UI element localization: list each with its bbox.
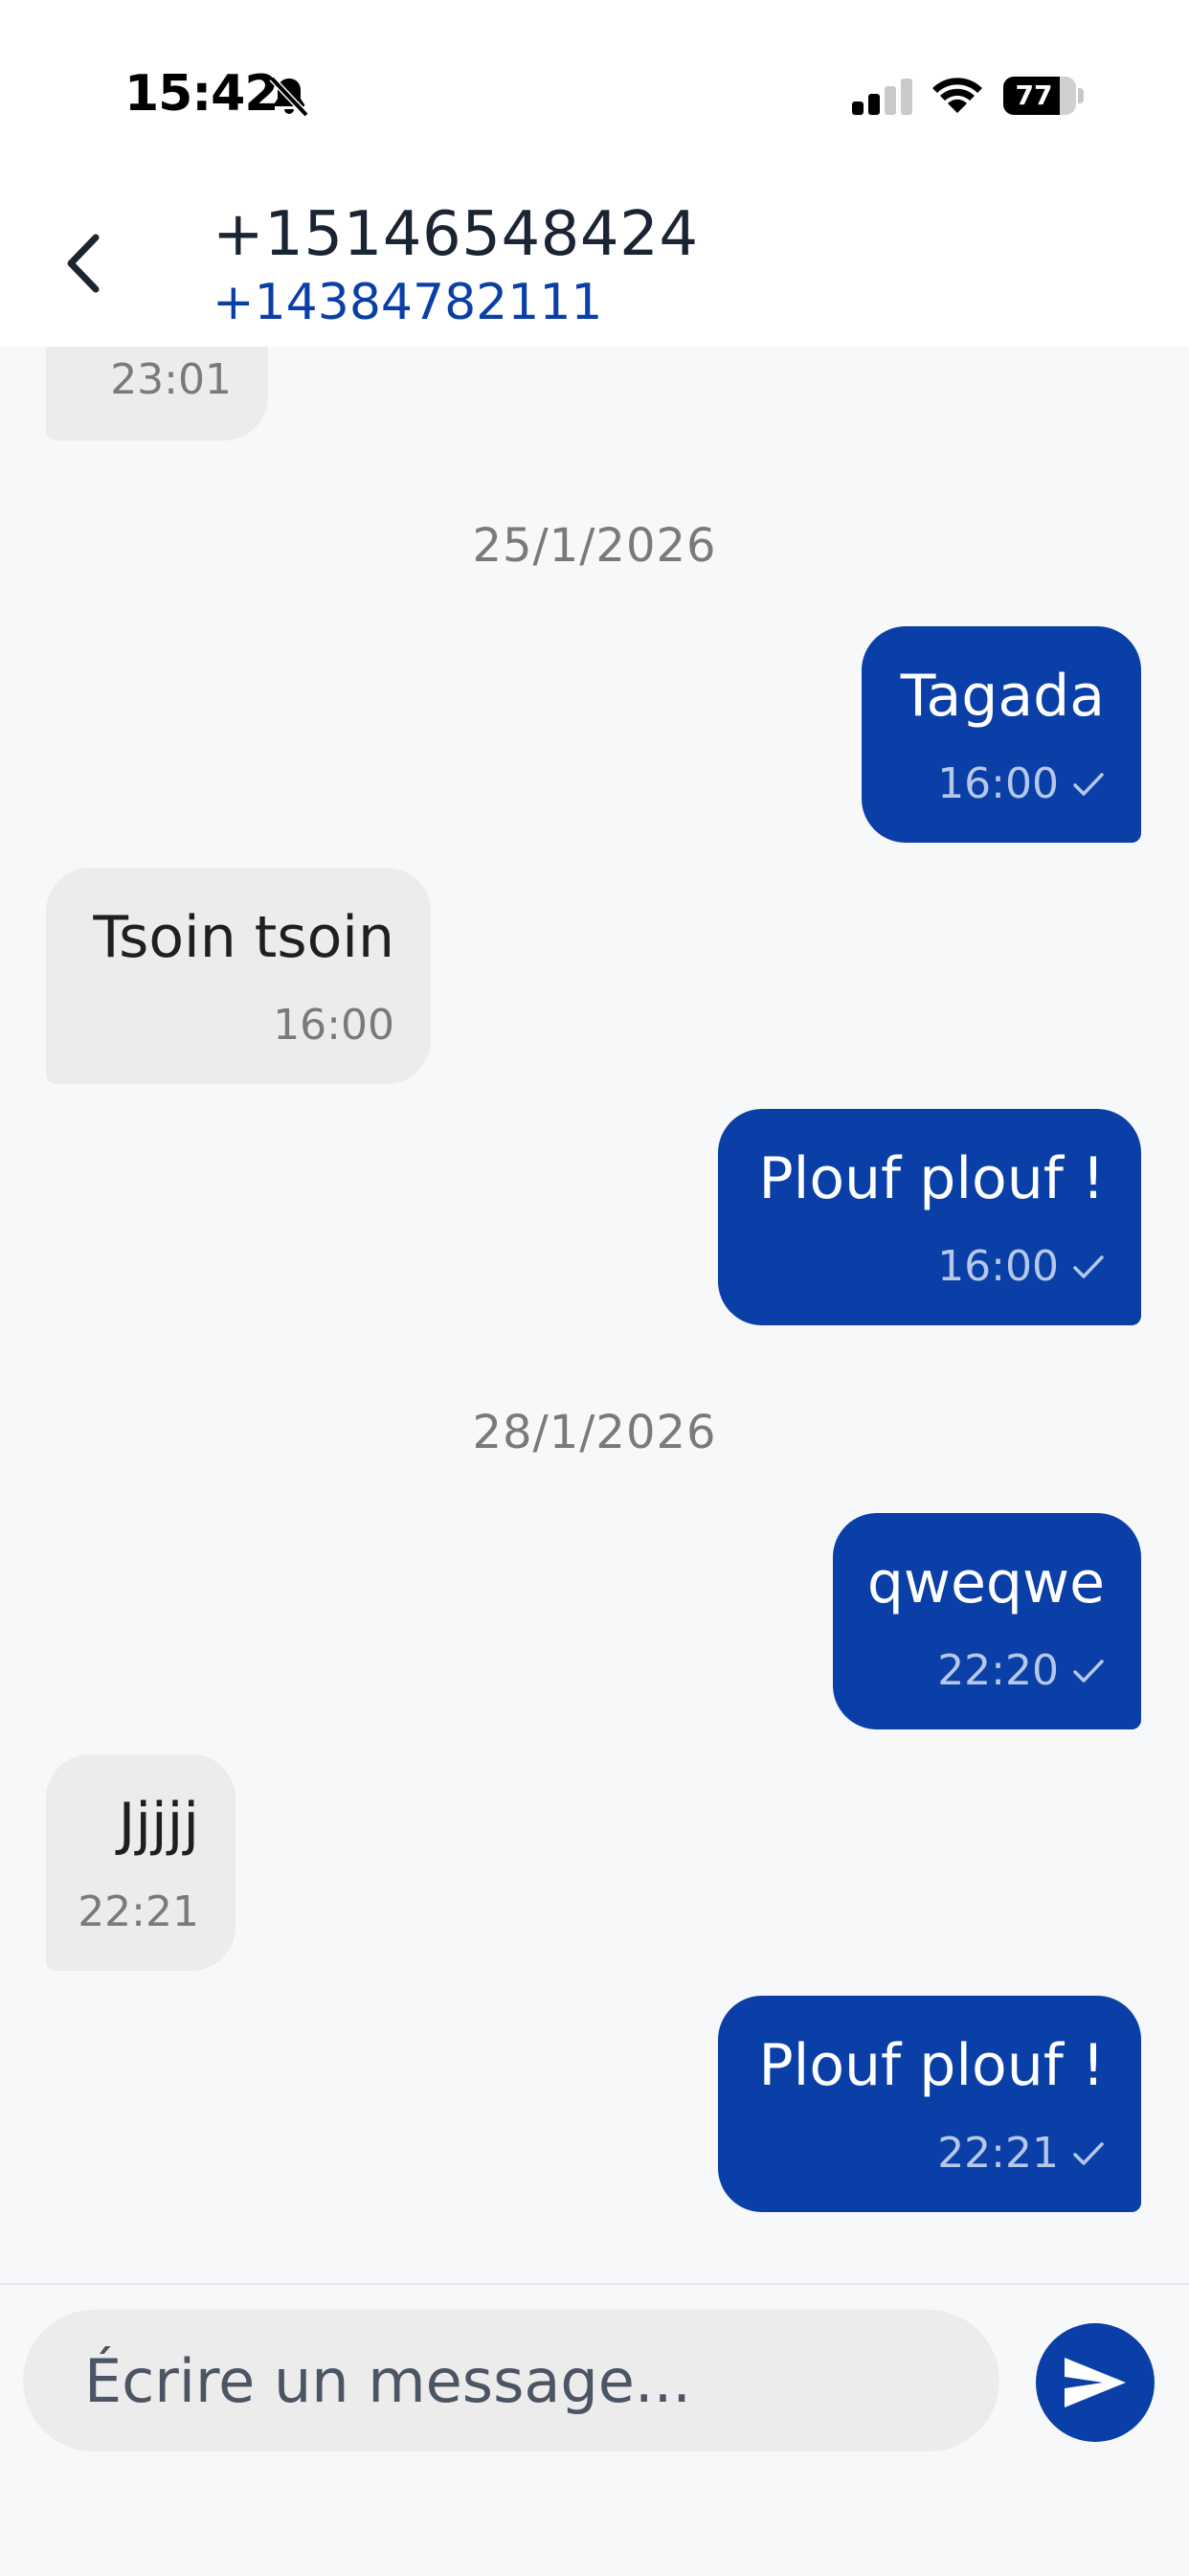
message-meta: 16:00	[937, 759, 1105, 808]
message-list[interactable]: 23:01 25/1/2026 Tagada 16:00 Tsoin tsoin…	[0, 347, 1189, 2261]
message-text: Tagada	[900, 663, 1105, 730]
send-button[interactable]	[1036, 2323, 1155, 2442]
check-icon	[1073, 772, 1104, 796]
cellular-signal-icon	[852, 79, 912, 115]
contact-number: +15146548424	[213, 199, 699, 270]
message-time-text: 23:01	[110, 355, 232, 404]
message-composer	[0, 2283, 1189, 2576]
message-time: 22:21	[78, 1887, 199, 1936]
message-bubble-outgoing: Plouf plouf ! 22:21	[718, 1996, 1141, 2212]
conversation-header: +15146548424 +14384782111	[0, 192, 1189, 347]
message-time: 16:00	[937, 1242, 1059, 1291]
status-time: 15:42	[124, 65, 280, 123]
message-time: 16:00	[273, 1001, 394, 1050]
battery-percent: 77	[1015, 79, 1053, 111]
date-separator: 28/1/2026	[472, 1406, 717, 1459]
message-time: 16:00	[937, 759, 1059, 808]
message-text: Plouf plouf !	[758, 2032, 1105, 2099]
check-icon	[1073, 2141, 1104, 2165]
message-bubble-incoming: Jjjjj 22:21	[46, 1754, 236, 1971]
bell-slash-icon	[269, 76, 309, 118]
message-bubble-outgoing: qweqwe 22:20	[833, 1513, 1141, 1729]
message-text: Plouf plouf !	[758, 1145, 1105, 1212]
message-time: 22:21	[937, 2129, 1059, 2178]
wifi-icon	[932, 78, 982, 113]
own-number: +14384782111	[213, 274, 603, 331]
message-meta: 22:21	[78, 1887, 199, 1936]
message-bubble-incoming: 23:01	[46, 347, 268, 441]
message-input[interactable]	[23, 2310, 999, 2452]
status-bar: 15:42 77	[0, 0, 1189, 192]
message-bubble-incoming: Tsoin tsoin 16:00	[46, 868, 431, 1084]
message-meta: 16:00	[273, 1001, 394, 1050]
battery-cap	[1078, 88, 1084, 103]
message-meta: 16:00	[937, 1242, 1105, 1291]
check-icon	[1073, 1254, 1104, 1278]
message-bubble-outgoing: Plouf plouf ! 16:00	[718, 1109, 1141, 1325]
message-time: 22:20	[937, 1646, 1059, 1695]
message-time: 23:01	[110, 355, 232, 404]
message-meta: 22:21	[937, 2129, 1105, 2178]
battery-icon: 77	[1003, 77, 1084, 115]
message-text: Jjjjj	[118, 1791, 199, 1858]
send-icon	[1065, 2358, 1126, 2407]
back-button[interactable]	[46, 220, 123, 306]
chevron-left-icon	[67, 234, 100, 293]
message-bubble-outgoing: Tagada 16:00	[862, 626, 1141, 843]
battery-body: 77	[1003, 77, 1076, 115]
date-separator: 25/1/2026	[472, 519, 717, 573]
message-text: Tsoin tsoin	[93, 904, 394, 971]
message-meta: 22:20	[937, 1646, 1105, 1695]
message-text: qweqwe	[866, 1549, 1105, 1616]
check-icon	[1073, 1659, 1104, 1683]
